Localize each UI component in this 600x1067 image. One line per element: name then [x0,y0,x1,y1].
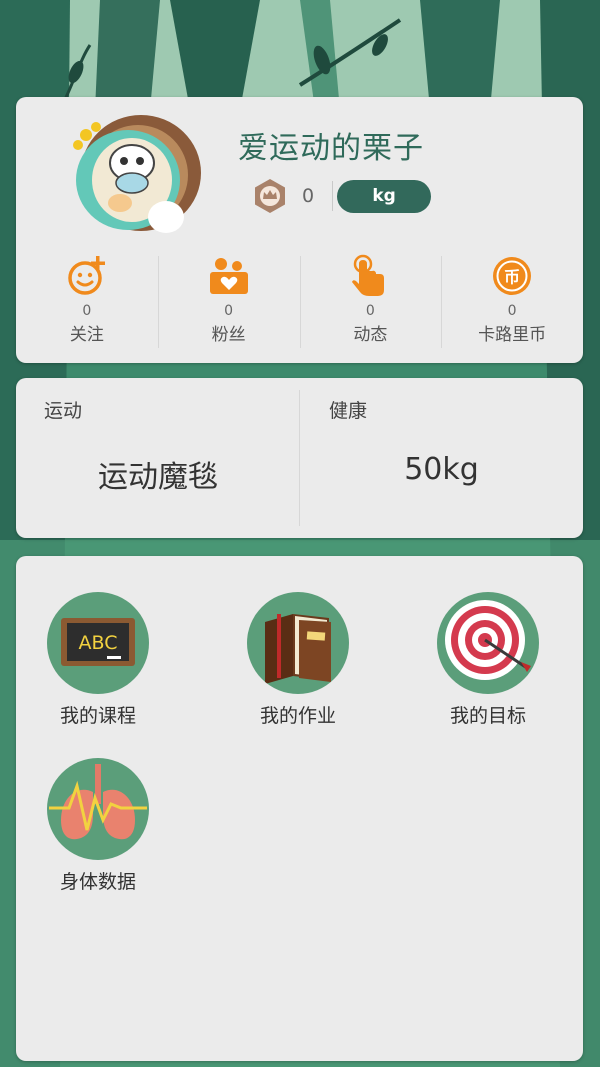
menu-item-goals[interactable]: 我的目标 [418,592,558,728]
health-panel[interactable]: 健康 50kg [300,378,583,538]
menu-label-homework: 我的作业 [259,705,336,727]
profile-card: 爱运动的栗子 0 kg 0 关注 0 粉丝 0 动态 币 0 卡路里币 [16,97,583,363]
fans-icon [209,258,248,294]
follow-icon [68,256,105,295]
info-card: 运动 运动魔毯 健康 50kg [16,378,583,538]
avatar[interactable] [56,105,206,245]
tap-icon [352,254,385,296]
sport-panel[interactable]: 运动 运动魔毯 [16,378,300,538]
stat-fans-label: 粉丝 [211,325,246,345]
menu-label-courses: 我的课程 [59,705,136,727]
stat-coins[interactable]: 币 0 卡路里币 [441,252,583,352]
stat-coins-label: 卡路里币 [478,325,547,345]
level-row: 0 kg [252,179,432,213]
level-number: 0 [302,185,315,207]
health-title: 健康 [329,400,368,422]
book-icon [247,592,349,694]
level-divider [332,181,334,211]
lungs-icon [47,758,149,860]
stat-posts[interactable]: 0 动态 [299,252,442,352]
stat-follow[interactable]: 0 关注 [16,252,158,352]
stat-follow-count: 0 [82,303,92,319]
target-icon [437,592,539,694]
stat-posts-count: 0 [365,303,375,319]
sport-title: 运动 [44,400,83,422]
menu-item-courses[interactable]: ABC 我的课程 [28,592,168,728]
health-value: 50kg [404,452,479,487]
menu-card: ABC 我的课程 我的作业 我的目标 身体数据 [16,556,583,1061]
menu-label-goals: 我的目标 [449,705,526,727]
stats-row: 0 关注 0 粉丝 0 动态 币 0 卡路里币 [16,252,583,352]
level-badge-icon [255,179,285,213]
coin-icon: 币 [493,257,532,295]
blackboard-icon: ABC [47,592,149,694]
stat-fans[interactable]: 0 粉丝 [157,252,300,352]
menu-label-body-data: 身体数据 [59,871,136,893]
menu-item-body-data[interactable]: 身体数据 [28,758,168,894]
menu-item-homework[interactable]: 我的作业 [228,592,368,728]
stat-follow-label: 关注 [69,325,104,345]
svg-text:币: 币 [504,268,520,287]
stat-posts-label: 动态 [353,325,388,345]
stat-fans-count: 0 [224,303,234,319]
svg-text:ABC: ABC [79,632,118,654]
username: 爱运动的栗子 [238,131,424,166]
stat-coins-count: 0 [507,303,517,319]
weight-unit-pill[interactable]: kg [337,179,432,213]
sport-value: 运动魔毯 [98,460,218,495]
